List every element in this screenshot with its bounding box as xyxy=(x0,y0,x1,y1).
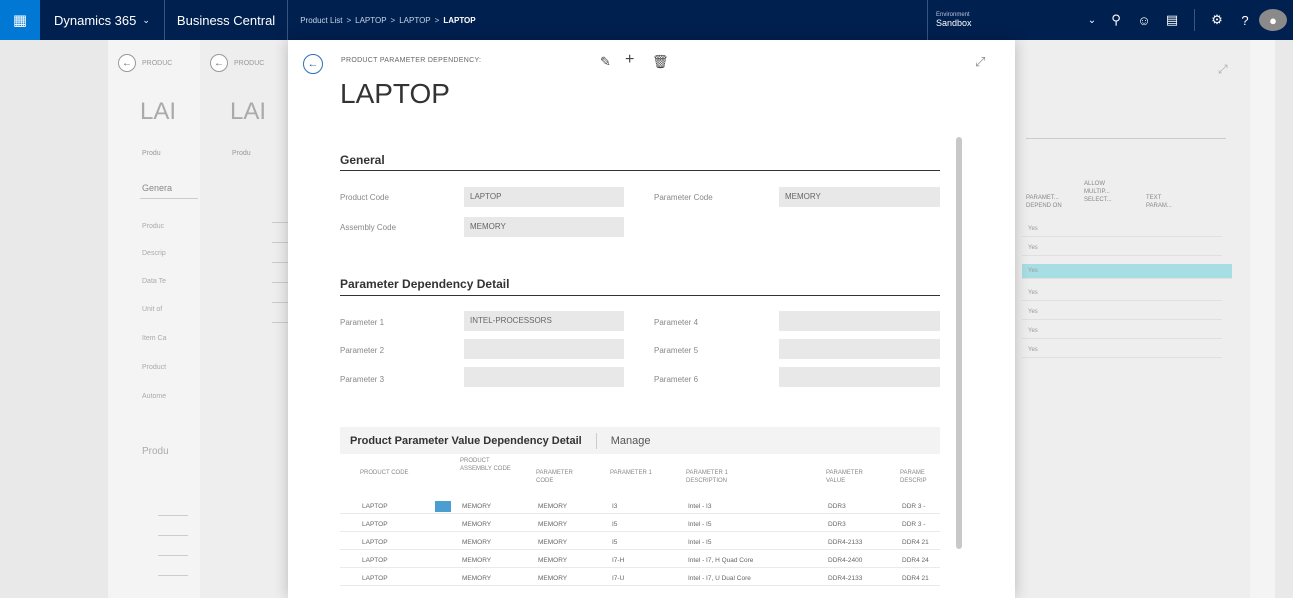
bg-caption-2: PRODUC xyxy=(234,60,265,67)
general-section-header[interactable]: General xyxy=(340,153,385,167)
bg-table-row[interactable]: Yes xyxy=(1022,241,1222,256)
back-arrow-icon[interactable]: ← xyxy=(118,54,136,72)
bg-table-header: PARAMET... DEPEND ON ALLOW MULTIP... SEL… xyxy=(1026,180,1216,222)
gear-icon[interactable]: ⚙ xyxy=(1203,12,1231,28)
top-bar: ▦ Dynamics 365 ⌄ Business Central Produc… xyxy=(0,0,1293,40)
column-header[interactable]: PARAMETER VALUE xyxy=(826,469,874,485)
subpage-header: Product Parameter Value Dependency Detai… xyxy=(340,427,940,454)
page-title: LAPTOP xyxy=(340,78,450,109)
app-name[interactable]: Business Central xyxy=(165,0,289,40)
parameter-code-label: Parameter Code xyxy=(654,193,713,202)
bg-tab-1: Produ xyxy=(142,150,161,157)
parameter-2-field[interactable] xyxy=(464,339,624,359)
parameter-2-label: Parameter 2 xyxy=(340,346,385,355)
bg-title-2: LAI xyxy=(230,98,267,125)
parameter-4-field[interactable] xyxy=(779,311,940,331)
delete-icon[interactable]: 🗑 xyxy=(652,54,669,70)
breadcrumb-item[interactable]: LAPTOP xyxy=(355,16,386,25)
product-code-field[interactable]: LAPTOP xyxy=(464,187,624,207)
bg-field: Product xyxy=(142,364,167,371)
parameter-code-field[interactable]: MEMORY xyxy=(779,187,940,207)
parameter-4-label: Parameter 4 xyxy=(654,318,699,327)
bg-section: Produ xyxy=(142,446,169,457)
bg-table-row[interactable]: Yes xyxy=(1022,286,1222,301)
table-row[interactable]: LAPTOP MEMORY MEMORY I3 Intel - I3 DDR3 … xyxy=(340,499,940,514)
table-row[interactable]: LAPTOP MEMORY MEMORY I7-H Intel - I7, H … xyxy=(340,553,940,568)
back-arrow-icon[interactable]: ← xyxy=(210,54,228,72)
parameter-1-label: Parameter 1 xyxy=(340,318,385,327)
bg-general: Genera xyxy=(142,183,173,193)
table-row[interactable]: LAPTOP MEMORY MEMORY I5 Intel - I5 DDR4-… xyxy=(340,535,940,550)
expand-icon[interactable]: ⤢ xyxy=(1218,62,1228,77)
chevron-down-icon[interactable]: ⌄ xyxy=(1082,15,1102,26)
smiley-icon[interactable]: ☺ xyxy=(1130,13,1158,28)
bg-col-header: TEXT PARAM... xyxy=(1146,195,1172,209)
vertical-scrollbar[interactable] xyxy=(956,137,962,549)
column-header[interactable]: PARAMETER 1 DESCRIPTION xyxy=(686,469,756,485)
bg-table-row[interactable]: Yes xyxy=(1022,324,1222,339)
edit-icon[interactable]: ✎ xyxy=(600,54,611,70)
table-row[interactable]: LAPTOP MEMORY MEMORY I5 Intel - I5 DDR3 … xyxy=(340,517,940,532)
book-icon[interactable]: ▤ xyxy=(1158,12,1186,28)
subpage-title[interactable]: Product Parameter Value Dependency Detai… xyxy=(340,435,582,447)
add-icon[interactable]: + xyxy=(625,51,634,69)
row-selector[interactable] xyxy=(435,501,451,512)
expand-icon[interactable]: ⤢ xyxy=(975,54,985,70)
parameter-3-label: Parameter 3 xyxy=(340,375,385,384)
parameter-6-label: Parameter 6 xyxy=(654,375,699,384)
brand-label: Dynamics 365 xyxy=(54,12,137,28)
waffle-icon[interactable]: ▦ xyxy=(0,0,40,40)
parameter-6-field[interactable] xyxy=(779,367,940,387)
bg-field: Item Ca xyxy=(142,335,167,342)
bg-field: Produc xyxy=(142,223,165,230)
bg-table-row[interactable]: Yes xyxy=(1022,305,1222,320)
lightbulb-icon[interactable]: ⚲ xyxy=(1102,12,1130,28)
user-icon[interactable]: ● xyxy=(1259,9,1287,31)
parameter-3-field[interactable] xyxy=(464,367,624,387)
breadcrumb: Product List > LAPTOP > LAPTOP > LAPTOP xyxy=(300,15,476,25)
chevron-down-icon: ⌄ xyxy=(142,14,150,25)
parameter-5-label: Parameter 5 xyxy=(654,346,699,355)
top-icons: ⚲ ☺ ▤ ⚙ ? ● xyxy=(1102,0,1293,40)
bg-caption-1: PRODUC xyxy=(142,60,173,67)
breadcrumb-item[interactable]: LAPTOP xyxy=(399,16,430,25)
bg-col-header: PARAMET... DEPEND ON xyxy=(1026,195,1062,209)
detail-section-header[interactable]: Parameter Dependency Detail xyxy=(340,277,509,291)
breadcrumb-item[interactable]: Product List xyxy=(300,16,342,25)
assembly-code-label: Assembly Code xyxy=(340,223,397,232)
column-header[interactable]: PRODUCT CODE xyxy=(360,469,410,477)
dialog-caption: PRODUCT PARAMETER DEPENDENCY: xyxy=(341,57,482,64)
product-code-label: Product Code xyxy=(340,193,389,202)
bg-tab-2: Produ xyxy=(232,150,251,157)
back-arrow-icon[interactable]: ← xyxy=(303,54,323,74)
help-icon[interactable]: ? xyxy=(1231,13,1259,28)
parameter-5-field[interactable] xyxy=(779,339,940,359)
manage-menu[interactable]: Manage xyxy=(611,435,651,447)
bg-field: Descrip xyxy=(142,250,166,257)
bg-table-row-selected[interactable]: Yes xyxy=(1022,264,1232,279)
environment-value: Sandbox xyxy=(936,18,972,28)
column-header[interactable]: PARAMETER CODE xyxy=(536,469,586,485)
bg-field: Data Te xyxy=(142,278,166,285)
value-dependency-subpage: Product Parameter Value Dependency Detai… xyxy=(340,427,940,598)
brand-menu[interactable]: Dynamics 365 ⌄ xyxy=(40,0,165,40)
column-header[interactable]: PARAME DESCRIP xyxy=(900,469,940,485)
column-header[interactable]: PARAMETER 1 xyxy=(610,469,654,477)
bg-title-1: LAI xyxy=(140,98,177,125)
parameter-1-field[interactable]: INTEL-PROCESSORS xyxy=(464,311,624,331)
bg-table-row[interactable]: Yes xyxy=(1022,222,1222,237)
column-header[interactable]: PRODUCT ASSEMBLY CODE xyxy=(460,457,515,473)
table-row[interactable]: LAPTOP MEMORY MEMORY I7-U Intel - I7, U … xyxy=(340,571,940,586)
breadcrumb-current: LAPTOP xyxy=(443,15,476,25)
bg-field: Unit of xyxy=(142,306,163,313)
environment-selector[interactable]: Environment Sandbox xyxy=(927,0,1082,40)
bg-col-header: ALLOW MULTIP... SELECT... xyxy=(1084,181,1112,203)
bg-table-row[interactable]: Yes xyxy=(1022,343,1222,358)
assembly-code-field[interactable]: MEMORY xyxy=(464,217,624,237)
bg-field: Autome xyxy=(142,393,167,400)
